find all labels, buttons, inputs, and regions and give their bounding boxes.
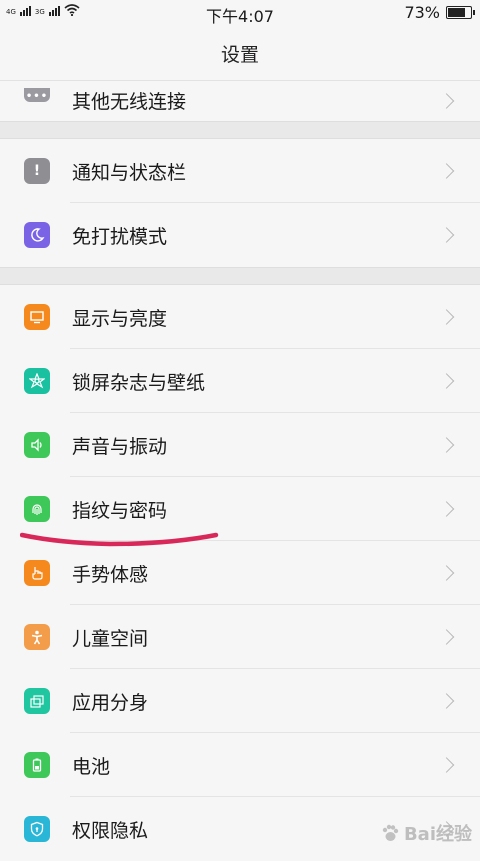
settings-row-label: 权限隐私: [72, 819, 149, 842]
settings-row-label: 手势体感: [72, 563, 149, 586]
display-icon: [24, 304, 50, 330]
chevron-right-icon: [438, 93, 455, 109]
fingerprint-icon: [24, 496, 50, 522]
battery-icon: [24, 752, 50, 778]
settings-row-notifications[interactable]: ! 通知与状态栏: [0, 139, 480, 203]
page-title: 设置: [220, 43, 259, 66]
settings-row-label: 通知与状态栏: [72, 161, 187, 184]
notification-icon: !: [24, 158, 50, 184]
settings-row-sound[interactable]: 声音与振动: [0, 413, 480, 477]
chevron-right-icon: [438, 565, 455, 581]
status-bar: 4G 3G 下午4:07 73%: [0, 0, 480, 26]
watermark: Bai经验: [380, 820, 472, 846]
settings-row-label: 声音与振动: [72, 435, 168, 458]
shield-icon: [24, 816, 50, 842]
chevron-right-icon: [438, 693, 455, 709]
section-divider: [0, 267, 480, 285]
settings-row-lockscreen-wallpaper[interactable]: 锁屏杂志与壁纸: [0, 349, 480, 413]
paw-icon: [382, 824, 399, 841]
settings-row-label: 指纹与密码: [72, 499, 168, 522]
chevron-right-icon: [438, 757, 455, 773]
watermark-text: Bai经验: [403, 824, 472, 845]
settings-row-label: 其他无线连接: [72, 90, 187, 113]
chevron-right-icon: [438, 437, 455, 453]
settings-row-fingerprint[interactable]: 指纹与密码: [0, 477, 480, 541]
section-divider: [0, 121, 480, 139]
moon-icon: [24, 222, 50, 248]
clone-icon: [24, 688, 50, 714]
settings-row-label: 应用分身: [72, 691, 149, 714]
chevron-right-icon: [438, 629, 455, 645]
settings-row-label: 儿童空间: [72, 627, 149, 650]
settings-row-label: 显示与亮度: [72, 307, 168, 330]
battery-area: 73%: [404, 3, 475, 22]
settings-row-other-wireless[interactable]: ••• 其他无线连接: [0, 81, 480, 121]
flower-icon: [24, 368, 50, 394]
chevron-right-icon: [438, 227, 455, 243]
chevron-right-icon: [438, 501, 455, 517]
settings-row-battery[interactable]: 电池: [0, 733, 480, 797]
settings-row-label: 锁屏杂志与壁纸: [72, 371, 206, 394]
settings-row-app-clone[interactable]: 应用分身: [0, 669, 480, 733]
chevron-right-icon: [438, 309, 455, 325]
settings-row-label: 电池: [72, 755, 111, 778]
page-title-bar: 设置: [0, 26, 480, 81]
settings-row-label: 免打扰模式: [72, 225, 168, 248]
settings-row-do-not-disturb[interactable]: 免打扰模式: [0, 203, 480, 267]
settings-row-kids-space[interactable]: 儿童空间: [0, 605, 480, 669]
chevron-right-icon: [438, 373, 455, 389]
hand-icon: [24, 560, 50, 586]
chevron-right-icon: [438, 163, 455, 179]
more-icon: •••: [24, 88, 50, 102]
child-icon: [24, 624, 50, 650]
settings-row-gestures[interactable]: 手势体感: [0, 541, 480, 605]
battery-percent: 73%: [404, 3, 440, 22]
settings-row-display[interactable]: 显示与亮度: [0, 285, 480, 349]
battery-icon: [446, 6, 475, 19]
speaker-icon: [24, 432, 50, 458]
